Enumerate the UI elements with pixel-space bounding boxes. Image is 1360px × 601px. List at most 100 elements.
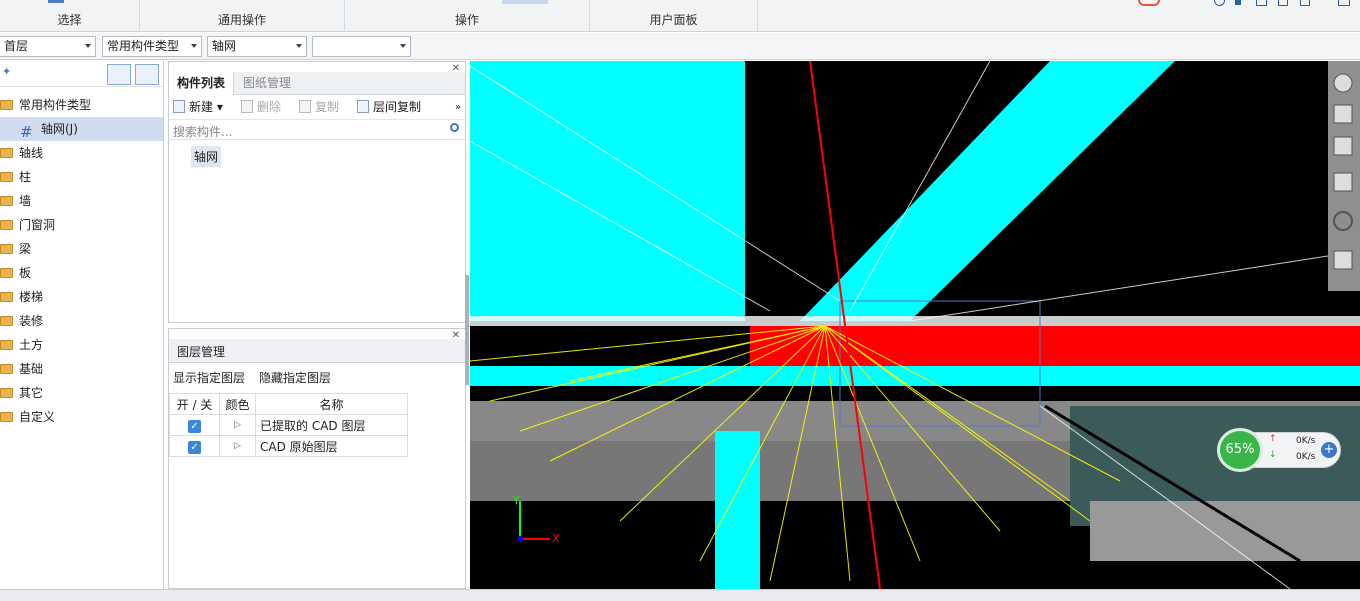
tree-header: ✦ <box>0 61 163 87</box>
ribbon-group-operate[interactable]: 操作 <box>345 0 590 32</box>
splitter-handle[interactable] <box>465 275 469 385</box>
layer-management-panel: ✕ 图层管理 显示指定图层 隐藏指定图层 开 / 关 颜色 名称 ✓ ▷ 已提取… <box>168 328 466 589</box>
tree-item[interactable]: 轴线 <box>0 141 163 165</box>
component-select[interactable]: 轴网 <box>207 36 307 57</box>
tree-item[interactable]: 其它 <box>0 381 163 405</box>
mic-icon[interactable] <box>1235 0 1241 5</box>
component-toolbar: 新建 ▾ 删除 复制 层间复制 » <box>169 95 465 120</box>
tree-root[interactable]: 常用构件类型 <box>0 93 163 117</box>
search-icon[interactable] <box>450 123 459 132</box>
tree-item[interactable]: 板 <box>0 261 163 285</box>
copy-button-label: 复制 <box>315 100 340 114</box>
hide-layer-button[interactable]: 隐藏指定图层 <box>259 369 331 386</box>
tree-item[interactable]: 楼梯 <box>0 285 163 309</box>
ribbon-group-select-label: 选择 <box>57 13 82 27</box>
tree-item-label: 自定义 <box>19 410 56 424</box>
checkbox-checked-icon[interactable]: ✓ <box>188 440 201 454</box>
tree-item-label: 其它 <box>19 386 44 400</box>
window-restore-icon[interactable] <box>1338 0 1350 6</box>
folder-icon <box>0 388 13 398</box>
folder-icon <box>0 148 13 158</box>
cad-drawing <box>470 61 1360 589</box>
expand-icon[interactable]: ▷ <box>219 414 256 436</box>
logo-icon <box>1138 0 1160 6</box>
type-select[interactable]: 常用构件类型 <box>102 36 202 57</box>
tree-item-label: 轴线 <box>19 146 44 160</box>
checkbox-checked-icon[interactable]: ✓ <box>188 419 201 433</box>
sparkle-icon[interactable]: ✦ <box>2 65 11 78</box>
status-bar <box>0 589 1360 601</box>
download-speed: 0K/s <box>1296 452 1316 462</box>
settings-icon[interactable] <box>1300 0 1310 6</box>
expand-icon[interactable]: ▷ <box>219 435 256 457</box>
component-tabs: 构件列表 图纸管理 <box>169 72 465 95</box>
component-select-value: 轴网 <box>212 39 237 53</box>
detail-view-icon[interactable] <box>135 64 159 85</box>
tab-component-list[interactable]: 构件列表 <box>169 72 235 95</box>
lock-icon[interactable] <box>1278 0 1288 6</box>
plus-icon[interactable]: + <box>1321 442 1337 458</box>
component-search[interactable]: 搜索构件... <box>169 120 465 140</box>
chevron-down-icon <box>296 44 302 48</box>
tree-item[interactable]: 自定义 <box>0 405 163 429</box>
component-type-tree: ✦ 常用构件类型 # 轴网(J) 轴线 柱 墙 门窗洞 梁 板 楼梯 装修 土方 … <box>0 61 164 589</box>
folder-icon <box>0 364 13 374</box>
tree-item[interactable]: 基础 <box>0 357 163 381</box>
layer-table-header: 开 / 关 颜色 名称 <box>169 393 408 415</box>
ribbon-group-select[interactable]: 选择 <box>0 0 140 32</box>
table-row: ✓ ▷ CAD 原始图层 <box>169 435 408 457</box>
upload-arrow-icon: ↑ <box>1269 434 1277 444</box>
more-icon[interactable]: » <box>455 99 461 116</box>
floor-select[interactable]: 首层 <box>0 36 96 57</box>
help-icon[interactable] <box>1214 0 1225 6</box>
folder-icon <box>0 100 13 110</box>
tree-item-label: 梁 <box>19 242 32 256</box>
show-layer-button[interactable]: 显示指定图层 <box>173 369 245 386</box>
tree-item-label: 土方 <box>19 338 44 352</box>
axis-x-label: X <box>552 532 560 545</box>
ribbon-group-operate-label: 操作 <box>454 13 479 27</box>
tree-item[interactable]: 门窗洞 <box>0 213 163 237</box>
filter-bar: 首层 常用构件类型 轴网 <box>0 33 1360 60</box>
memory-percent[interactable]: 65% <box>1217 428 1263 472</box>
delete-icon <box>241 100 253 113</box>
axis-y-label: Y <box>513 494 520 507</box>
table-row: ✓ ▷ 已提取的 CAD 图层 <box>169 414 408 436</box>
tree-item[interactable]: 梁 <box>0 237 163 261</box>
folder-icon <box>0 340 13 350</box>
ribbon-group-general[interactable]: 通用操作 <box>140 0 345 32</box>
extra-select[interactable] <box>312 36 411 57</box>
tree-item[interactable]: 土方 <box>0 333 163 357</box>
tree-item-label: 板 <box>19 266 32 280</box>
component-list-panel: ✕ 构件列表 图纸管理 新建 ▾ 删除 复制 层间复制 » 搜索构件... 轴网 <box>168 61 466 323</box>
delete-button[interactable]: 删除 <box>241 99 281 116</box>
ribbon-group-user-panel[interactable]: 用户面板 <box>590 0 758 32</box>
tab-drawing-management[interactable]: 图纸管理 <box>235 72 299 95</box>
ribbon-group-general-label: 通用操作 <box>217 13 266 27</box>
folder-icon <box>0 220 13 230</box>
floor-copy-button[interactable]: 层间复制 <box>357 99 421 116</box>
layer-table: 开 / 关 颜色 名称 ✓ ▷ 已提取的 CAD 图层 ✓ ▷ CAD 原始图层 <box>169 393 408 457</box>
list-view-icon[interactable] <box>107 64 131 85</box>
chevron-down-icon <box>85 44 91 48</box>
axis-indicator <box>517 501 550 542</box>
cad-viewport[interactable]: Y X <box>470 61 1360 589</box>
window-icon[interactable] <box>1256 0 1267 6</box>
tree-item-label: 楼梯 <box>19 290 44 304</box>
layer-toggle[interactable]: ✓ <box>169 414 220 436</box>
component-item[interactable]: 轴网 <box>191 146 222 167</box>
tree-item-axis-grid[interactable]: # 轴网(J) <box>0 117 163 141</box>
layer-toggle[interactable]: ✓ <box>169 435 220 457</box>
floor-copy-icon <box>357 100 369 113</box>
tree-item[interactable]: 装修 <box>0 309 163 333</box>
network-speed-widget[interactable]: 65% ↑ ↓ 0K/s 0K/s + <box>1217 428 1342 472</box>
new-button[interactable]: 新建 ▾ <box>173 99 223 116</box>
ribbon: 选择 通用操作 操作 用户面板 <box>0 0 1360 32</box>
tree-item[interactable]: 柱 <box>0 165 163 189</box>
search-input[interactable]: 搜索构件... <box>173 125 232 139</box>
top-right-icons[interactable] <box>1138 0 1358 8</box>
tree-item-axis-grid-label: 轴网(J) <box>41 122 78 136</box>
copy-button[interactable]: 复制 <box>299 99 339 116</box>
chevron-down-icon <box>191 44 197 48</box>
tree-item[interactable]: 墙 <box>0 189 163 213</box>
